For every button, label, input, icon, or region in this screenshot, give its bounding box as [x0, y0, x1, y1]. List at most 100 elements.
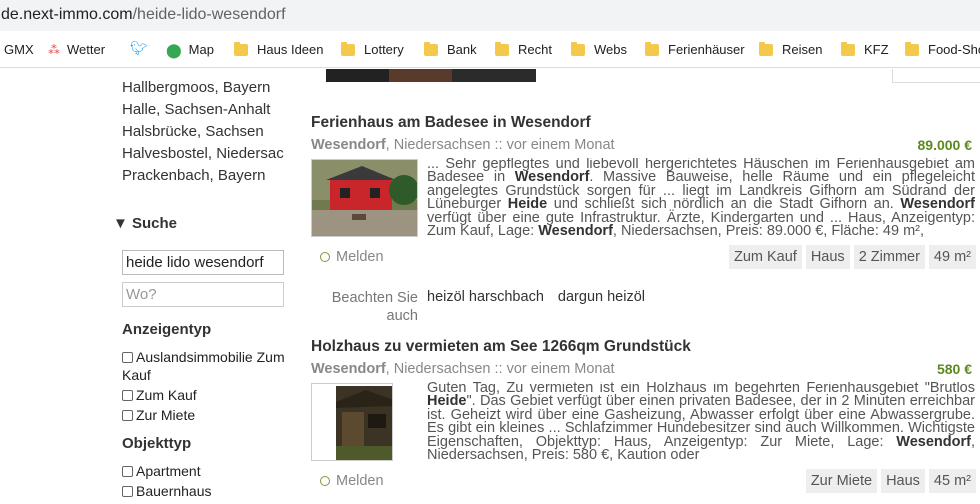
bookmark-label: Map: [188, 42, 214, 57]
bookmark-label: GMX: [4, 42, 34, 57]
bookmark-label: KFZ: [864, 42, 889, 57]
bookmark-label: Haus Ideen: [257, 42, 324, 57]
bookmark-bank[interactable]: Bank: [424, 41, 477, 57]
see-also-link[interactable]: heizöl harschbach: [427, 289, 544, 305]
filter-bauernhaus[interactable]: Bauernhaus: [122, 482, 292, 500]
sidebar: Hallbergmoos, Bayern Halle, Sachsen-Anha…: [0, 69, 290, 504]
bookmark-label: Wetter: [67, 42, 106, 57]
report-link[interactable]: Melden: [320, 249, 384, 265]
folder-icon: [424, 41, 438, 56]
checkbox-label: Apartment: [136, 463, 201, 479]
url-path: /heide-lido-wesendorf: [132, 6, 286, 23]
checkbox-label: Bauernhaus: [136, 483, 212, 499]
search-input[interactable]: [122, 250, 284, 275]
previous-listing-tag: [892, 69, 980, 83]
listing-meta-rest: , Niedersachsen :: vor einem Monat: [385, 361, 615, 377]
checkbox[interactable]: [122, 390, 133, 401]
filter-zum-kauf[interactable]: Zum Kauf: [122, 386, 292, 404]
bookmarks-bar: GMX ⁂ Wetter 🐦︎ ⬤ Map Haus Ideen Lottery B…: [0, 31, 980, 68]
see-also-label: Beachten Sie auch: [331, 290, 418, 324]
bookmark-map[interactable]: ⬤ Map: [166, 42, 214, 57]
location-link[interactable]: Hallbergmoos, Bayern: [122, 79, 284, 96]
listing-meta-rest: , Niedersachsen :: vor einem Monat: [385, 137, 615, 153]
location-input[interactable]: [122, 282, 284, 307]
bookmark-recht[interactable]: Recht: [495, 41, 552, 57]
bookmark-lottery[interactable]: Lottery: [341, 41, 404, 57]
bookmark-wetter[interactable]: ⁂ Wetter: [48, 42, 105, 57]
bookmark-ferienhaeuser[interactable]: Ferienhäuser: [645, 41, 745, 57]
listing-meta: Wesendorf, Niedersachsen :: vor einem Mo…: [311, 137, 615, 153]
bookmark-haus-ideen[interactable]: Haus Ideen: [234, 41, 324, 57]
bookmark-reisen[interactable]: Reisen: [759, 41, 823, 57]
tag-object-type[interactable]: Haus: [881, 469, 925, 493]
listing-photo: [312, 384, 392, 460]
search-heading[interactable]: ▼ Suche: [113, 215, 177, 232]
listing-price: 580 €: [936, 361, 972, 377]
checkbox-label: Zur Miete: [136, 407, 196, 423]
bookmark-webs[interactable]: Webs: [571, 41, 627, 57]
location-link[interactable]: Halle, Sachsen-Anhalt: [122, 101, 284, 118]
listing-city: Wesendorf: [311, 137, 386, 153]
tag-area[interactable]: 49 m²: [928, 245, 976, 269]
filter-zur-miete[interactable]: Zur Miete: [122, 406, 292, 424]
folder-icon: [234, 41, 248, 56]
checkbox-label: Zum Kauf: [136, 387, 197, 403]
listing-image[interactable]: [311, 159, 418, 237]
listing-tags: Zum Kauf Haus 2 Zimmer 49 m²: [728, 245, 976, 269]
listing-photo: [312, 160, 417, 236]
listing-meta: Wesendorf, Niedersachsen :: vor einem Mo…: [311, 361, 615, 377]
twitter-icon: 🐦︎: [130, 40, 148, 56]
folder-icon: [495, 41, 509, 56]
listing-image[interactable]: [311, 383, 393, 461]
clock-icon: [320, 476, 330, 486]
folder-icon: [905, 41, 919, 56]
listing-title[interactable]: Ferienhaus am Badesee in Wesendorf: [311, 114, 591, 132]
see-also-link[interactable]: dargun heizöl: [558, 289, 645, 305]
bookmark-label: Bank: [447, 42, 477, 57]
bookmark-food-shop[interactable]: Food-Sho: [905, 41, 980, 57]
clock-icon: [320, 252, 330, 262]
listing-title[interactable]: Holzhaus zu vermieten am See 1266qm Grun…: [311, 338, 691, 356]
previous-listing-image[interactable]: [326, 69, 536, 82]
checkbox[interactable]: [122, 466, 133, 477]
bookmark-label: Recht: [518, 42, 552, 57]
location-link[interactable]: Prackenbach, Bayern: [122, 167, 284, 184]
bookmark-twitter[interactable]: 🐦︎: [130, 40, 155, 56]
checkbox-label: Auslandsimmobilie Zum Kauf: [122, 349, 285, 383]
tag-ad-type[interactable]: Zum Kauf: [728, 245, 802, 269]
bookmark-label: Reisen: [782, 42, 823, 57]
address-bar[interactable]: de.next-immo.com/heide-lido-wesendorf: [0, 0, 980, 31]
listing-tags: Zur Miete Haus 45 m²: [805, 469, 976, 493]
sparkle-icon: ⁂: [48, 42, 60, 57]
location-link[interactable]: Halsbrücke, Sachsen: [122, 123, 284, 140]
object-type-heading: Objekttyp: [122, 435, 192, 452]
url-text[interactable]: de.next-immo.com/heide-lido-wesendorf: [1, 6, 286, 24]
folder-icon: [571, 41, 585, 56]
bookmark-gmx[interactable]: GMX: [4, 42, 34, 57]
tag-area[interactable]: 45 m²: [928, 469, 976, 493]
listing-description: ... Sehr gepflegtes und liebevoll herger…: [427, 158, 975, 240]
see-also-links: heizöl harschbach dargun heizöl: [427, 289, 655, 305]
folder-icon: [841, 41, 855, 56]
report-label: Melden: [336, 473, 384, 489]
tag-ad-type[interactable]: Zur Miete: [805, 469, 878, 493]
report-link[interactable]: Melden: [320, 473, 384, 489]
bookmark-label: Webs: [594, 42, 627, 57]
location-link[interactable]: Halvesbostel, Niedersachsen: [122, 145, 284, 162]
folder-icon: [645, 41, 659, 56]
tag-rooms[interactable]: 2 Zimmer: [853, 245, 925, 269]
bookmark-kfz[interactable]: KFZ: [841, 41, 889, 57]
filter-auslandsimmobilie[interactable]: Auslandsimmobilie Zum Kauf: [122, 348, 292, 384]
bookmark-label: Food-Sho: [928, 42, 980, 57]
report-label: Melden: [336, 249, 384, 265]
tag-object-type[interactable]: Haus: [805, 245, 850, 269]
checkbox[interactable]: [122, 410, 133, 421]
listing-description: Guten Tag, Zu vermieten ist ein Holzhaus…: [427, 382, 975, 464]
folder-icon: [341, 41, 355, 56]
checkbox[interactable]: [122, 486, 133, 497]
filter-apartment[interactable]: Apartment: [122, 462, 292, 480]
bookmark-label: Ferienhäuser: [668, 42, 745, 57]
checkbox[interactable]: [122, 352, 133, 363]
listing-price: 89.000 €: [917, 137, 973, 153]
url-domain: de.next-immo.com: [1, 6, 133, 23]
